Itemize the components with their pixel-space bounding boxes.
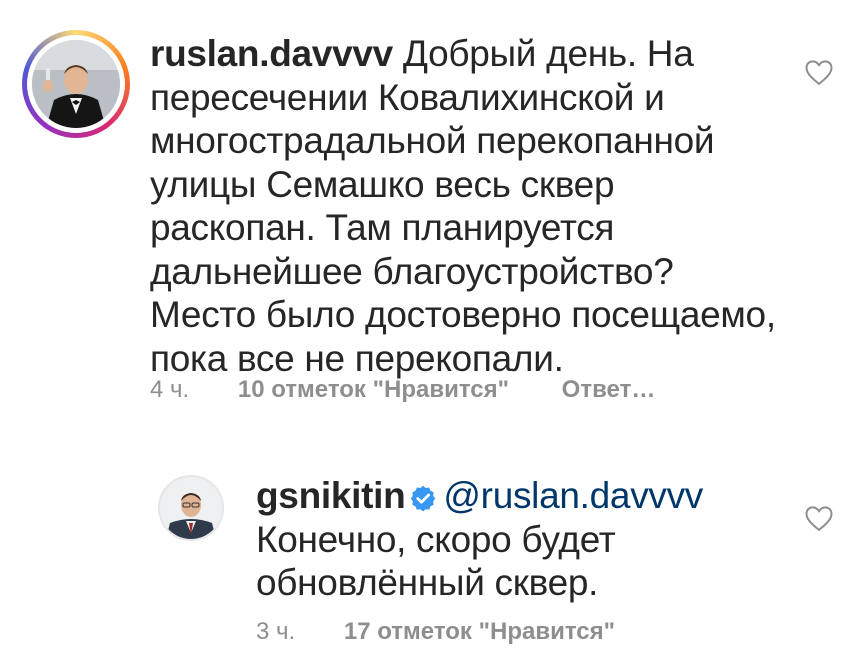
comment-line: пока все не перекопали. bbox=[150, 337, 564, 379]
avatar[interactable] bbox=[158, 475, 224, 541]
avatar[interactable] bbox=[32, 40, 120, 128]
comment-item: ruslan.davvvv Добрый день. На пересечени… bbox=[0, 0, 856, 420]
comment-line: многострадальной перекопанной bbox=[150, 120, 715, 161]
comment-line: дальнейшее благоустройство? bbox=[150, 250, 674, 292]
comment-line: Место было достоверно посещаемо, bbox=[150, 294, 776, 335]
verified-badge-icon bbox=[411, 485, 436, 512]
comment-time[interactable]: 4 ч. bbox=[150, 376, 189, 403]
mention-link[interactable]: @ruslan.davvvv bbox=[443, 475, 703, 516]
comment-username[interactable]: gsnikitin bbox=[256, 475, 406, 516]
heart-outline-icon[interactable] bbox=[804, 504, 834, 532]
comment-username[interactable]: ruslan.davvvv bbox=[150, 33, 393, 74]
avatar-photo-icon bbox=[160, 477, 222, 539]
reply-item: gsnikitin @ruslan.davvvv Конечно, скоро … bbox=[0, 460, 856, 657]
comment-line: Добрый день. На bbox=[402, 33, 694, 74]
comment-line: Конечно, скоро будет bbox=[256, 518, 616, 560]
comment-line: пересечении Ковалихинской и bbox=[150, 76, 665, 118]
comment-text: ruslan.davvvv Добрый день. На пересечени… bbox=[150, 32, 790, 380]
comment-line: обновлённый сквер. bbox=[256, 562, 599, 603]
avatar-photo-icon bbox=[32, 40, 120, 128]
likes-count[interactable]: 17 отметок "Нравится" bbox=[344, 618, 615, 645]
comment-line: улицы Семашко весь сквер bbox=[150, 163, 615, 205]
comment-meta: 4 ч. 10 отметок "Нравится" Ответ… bbox=[150, 376, 655, 404]
comment-meta: 3 ч. 17 отметок "Нравится" bbox=[256, 618, 615, 646]
comment-time[interactable]: 3 ч. bbox=[256, 618, 295, 645]
reply-text: gsnikitin @ruslan.davvvv Конечно, скоро … bbox=[256, 474, 796, 605]
reply-button[interactable]: Ответ… bbox=[562, 376, 656, 403]
likes-count[interactable]: 10 отметок "Нравится" bbox=[238, 376, 509, 403]
heart-outline-icon[interactable] bbox=[804, 58, 834, 86]
comment-line: раскопан. Там планируется bbox=[150, 207, 615, 248]
